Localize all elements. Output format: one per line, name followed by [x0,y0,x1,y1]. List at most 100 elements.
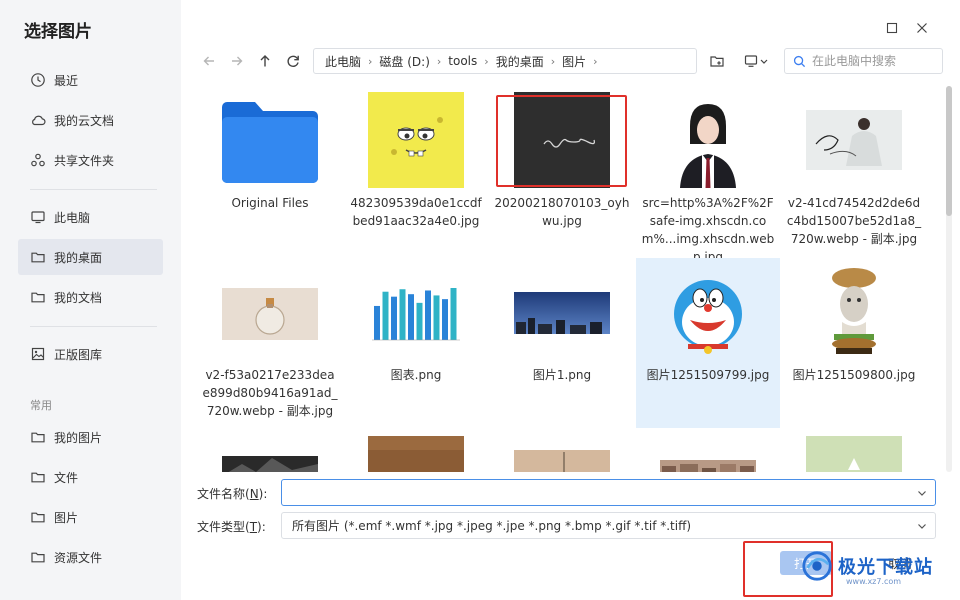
filename-input[interactable] [282,485,909,500]
folder-icon [30,429,46,445]
file-name: 图片1251509800.jpg [792,368,916,382]
file-tile[interactable]: 482309539da0e1ccdfbed91aac32a4e0.jpg [344,86,488,256]
file-name: 482309539da0e1ccdfbed91aac32a4e0.jpg [350,196,482,228]
sidebar-item-label: 我的图片 [54,430,103,445]
file-tile-selected[interactable]: 图片1251509799.jpg [636,258,780,428]
gallery-icon [30,346,46,362]
sidebar-item-label: 我的桌面 [54,250,103,265]
file-name: 图表.png [390,368,442,382]
sidebar-item-my-pictures[interactable]: 我的图片 [18,419,163,455]
chart-thumb-bar [399,289,406,340]
image-thumbnail [368,436,464,472]
breadcrumb-item[interactable]: 磁盘 (D:) [374,53,434,70]
up-button[interactable] [254,50,276,72]
maximize-icon [886,22,898,34]
sidebar-item-shared[interactable]: 共享文件夹 [18,142,163,178]
file-name: 20200218070103_oyhwu.jpg [494,196,630,228]
dialog-title: 选择图片 [24,22,92,42]
file-tile[interactable]: 20200218070103_oyhwu.jpg [490,86,634,256]
sidebar-item-label: 资源文件 [54,550,103,565]
close-button[interactable] [912,18,932,38]
file-tile[interactable] [198,430,342,472]
search-box [784,48,943,74]
view-mode-button[interactable] [740,50,774,72]
filename-label: 文件名称(N): [197,487,268,501]
image-thumbnail [806,436,902,472]
file-tile[interactable] [344,430,488,472]
chevron-right-icon: › [593,54,598,68]
chevron-right-icon: › [484,54,489,68]
file-name: Original Files [231,196,309,210]
refresh-button[interactable] [282,50,304,72]
close-icon [917,23,927,33]
maximize-button[interactable] [882,18,902,38]
new-folder-button[interactable] [706,50,728,72]
image-thumbnail [368,264,464,360]
file-name: src=http%3A%2F%2Fsafe-img.xhscdn.com%...… [641,196,775,264]
file-tile[interactable] [490,430,634,472]
file-tile[interactable]: 图表.png [344,258,488,428]
file-tile[interactable]: Original Files [198,86,342,256]
filetype-select[interactable]: 所有图片 (*.emf *.wmf *.jpg *.jpeg *.jpe *.p… [281,512,936,539]
sidebar-item-label: 共享文件夹 [54,153,115,168]
chart-thumb-bar [408,294,414,340]
folder-icon [30,509,46,525]
file-tile[interactable]: v2-41cd74542d2de6dc4bd15007be52d1a8_720w… [782,86,926,256]
chart-thumb-bar [382,291,389,340]
folder-icon [30,249,46,265]
sidebar-item-recent[interactable]: 最近 [18,62,163,98]
sidebar-item-label: 此电脑 [54,210,91,225]
file-tile[interactable]: 图片1251509800.jpg [782,258,926,428]
file-tile[interactable]: 图片1.png [490,258,634,428]
arrow-up-icon [260,55,270,67]
sidebar-item-gallery[interactable]: 正版图库 [18,336,163,372]
sidebar-item-desktop[interactable]: 我的桌面 [18,239,163,275]
image-thumbnail [660,92,756,188]
breadcrumb-item[interactable]: 我的桌面 [491,53,549,70]
sidebar-item-label: 图片 [54,510,79,525]
sidebar-divider [30,189,157,190]
file-tile[interactable]: v2-f53a0217e233deae899d80b9416a91ad_720w… [198,258,342,428]
forward-button[interactable] [226,50,248,72]
sidebar-item-label: 正版图库 [54,347,103,362]
search-input[interactable] [812,54,932,68]
image-thumbnail [514,92,610,188]
chart-thumb-bar [391,296,397,340]
folder-icon [30,289,46,305]
sidebar-item-files[interactable]: 文件 [18,459,163,495]
image-thumbnail [514,264,610,360]
chevron-down-icon[interactable] [909,480,935,505]
sidebar-item-label: 我的文档 [54,290,103,305]
image-thumbnail [806,92,902,188]
sidebar-item-label: 文件 [54,470,79,485]
file-tile[interactable] [636,430,780,472]
breadcrumb-item[interactable]: tools [443,54,482,68]
breadcrumb-item[interactable]: 图片 [557,53,591,70]
file-name: v2-f53a0217e233deae899d80b9416a91ad_720w… [202,368,338,418]
image-thumbnail [514,436,610,472]
folder-icon [30,549,46,565]
file-grid-scrollbar[interactable] [946,86,952,472]
file-tile[interactable]: src=http%3A%2F%2Fsafe-img.xhscdn.com%...… [636,86,780,264]
clock-icon [30,72,46,88]
sidebar-item-pictures[interactable]: 图片 [18,499,163,535]
scrollbar-thumb[interactable] [946,86,952,216]
chevron-right-icon: › [368,54,373,68]
sidebar-item-this-pc[interactable]: 此电脑 [18,199,163,235]
chevron-down-icon[interactable] [909,513,935,538]
file-name: v2-41cd74542d2de6dc4bd15007be52d1a8_720w… [786,196,922,246]
file-tile[interactable] [782,430,926,472]
computer-icon [30,209,46,225]
filename-field[interactable] [281,479,936,506]
arrow-left-icon [203,56,214,66]
sidebar-item-cloud-docs[interactable]: 我的云文档 [18,102,163,138]
chart-thumb-bar [433,295,440,340]
breadcrumb-item[interactable]: 此电脑 [320,53,366,70]
sidebar-item-resources[interactable]: 资源文件 [18,539,163,575]
image-thumbnail [222,264,318,360]
view-icon [744,55,768,67]
image-thumbnail [660,436,756,472]
back-button[interactable] [198,50,220,72]
chart-thumb-bar [416,302,423,340]
sidebar-item-documents[interactable]: 我的文档 [18,279,163,315]
